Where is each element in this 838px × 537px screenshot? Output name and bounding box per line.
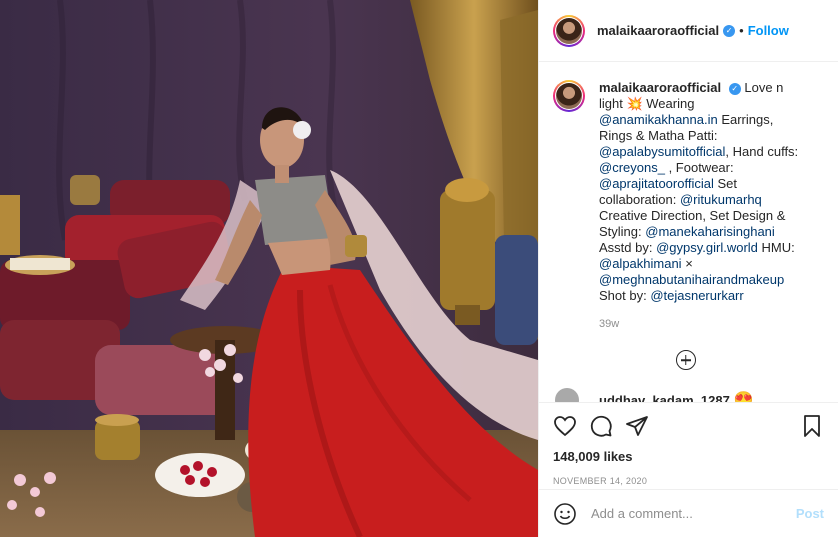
caption-username[interactable]: malaikaaroraofficial xyxy=(599,80,721,95)
mention-link[interactable]: @creyons_ xyxy=(599,160,665,175)
caption-text: malaikaaroraofficial ✓ Love n light 💥 We… xyxy=(599,80,809,304)
post-header: malaikaaroraofficial ✓ • Follow xyxy=(539,0,838,62)
caption-avatar[interactable] xyxy=(553,80,585,112)
caption-body: Love n light 💥 Wearing @anamikakhanna.in… xyxy=(599,80,798,303)
add-comment-bar: Post xyxy=(539,489,838,537)
mention-link[interactable]: @meghnabutanihairandmakeup xyxy=(599,272,784,287)
header-separator: • xyxy=(739,23,744,38)
post-comment-button[interactable]: Post xyxy=(796,506,824,521)
post-image-art xyxy=(0,0,538,537)
verified-badge-icon: ✓ xyxy=(723,24,736,37)
mention-link[interactable]: @ritukumarhq xyxy=(680,192,762,207)
post-side-panel: malaikaaroraofficial ✓ • Follow malaikaa… xyxy=(538,0,838,537)
comments-section[interactable]: malaikaaroraofficial ✓ Love n light 💥 We… xyxy=(539,62,838,402)
caption-segment: × xyxy=(681,256,693,271)
like-heart-icon[interactable] xyxy=(553,414,577,438)
post-image[interactable] xyxy=(0,0,538,537)
load-more-comments-icon[interactable] xyxy=(675,350,696,370)
mention-link[interactable]: @manekaharisinghani xyxy=(645,224,775,239)
mention-link[interactable]: @aprajitatoorofficial xyxy=(599,176,714,191)
mention-link[interactable]: @anamikakhanna.in xyxy=(599,112,718,127)
comment-row: uddhav_kadam_1287 😍 xyxy=(553,388,822,402)
share-paper-plane-icon[interactable] xyxy=(625,414,649,438)
post-actions: 148,009 likes NOVEMBER 14, 2020 xyxy=(539,402,838,490)
bookmark-icon[interactable] xyxy=(800,414,824,438)
mention-link[interactable]: @alpakhimani xyxy=(599,256,682,271)
mention-link[interactable]: @apalabysumitofficial xyxy=(599,144,725,159)
caption-segment: HMU: xyxy=(757,240,795,255)
post-date[interactable]: NOVEMBER 14, 2020 xyxy=(553,476,824,486)
follow-button[interactable]: Follow xyxy=(748,23,789,38)
comment-avatar[interactable] xyxy=(555,388,579,402)
header-username[interactable]: malaikaaroraofficial xyxy=(597,23,719,38)
mention-link[interactable]: @tejasnerurkarr xyxy=(650,288,743,303)
caption-segment: , Footwear: xyxy=(664,160,734,175)
caption-segment: , Hand cuffs: xyxy=(725,144,799,159)
caption-segment: Asstd by: xyxy=(599,240,657,255)
caption: malaikaaroraofficial ✓ Love n light 💥 We… xyxy=(553,80,822,304)
post-age[interactable]: 39w xyxy=(599,318,822,330)
likes-count[interactable]: 148,009 likes xyxy=(553,449,824,464)
comment-emoji: 😍 xyxy=(733,392,754,402)
caption-segment: Shot by: xyxy=(599,288,651,303)
caption-segment: 💥 Wearing xyxy=(626,96,695,111)
comment-input[interactable] xyxy=(589,505,796,522)
verified-badge-icon: ✓ xyxy=(728,82,741,95)
emoji-smiley-icon[interactable] xyxy=(553,502,577,526)
comment-username[interactable]: uddhav_kadam_1287 xyxy=(599,393,730,403)
mention-link[interactable]: @gypsy.girl.world xyxy=(656,240,758,255)
comment-bubble-icon[interactable] xyxy=(589,414,613,438)
header-avatar[interactable] xyxy=(553,14,585,47)
